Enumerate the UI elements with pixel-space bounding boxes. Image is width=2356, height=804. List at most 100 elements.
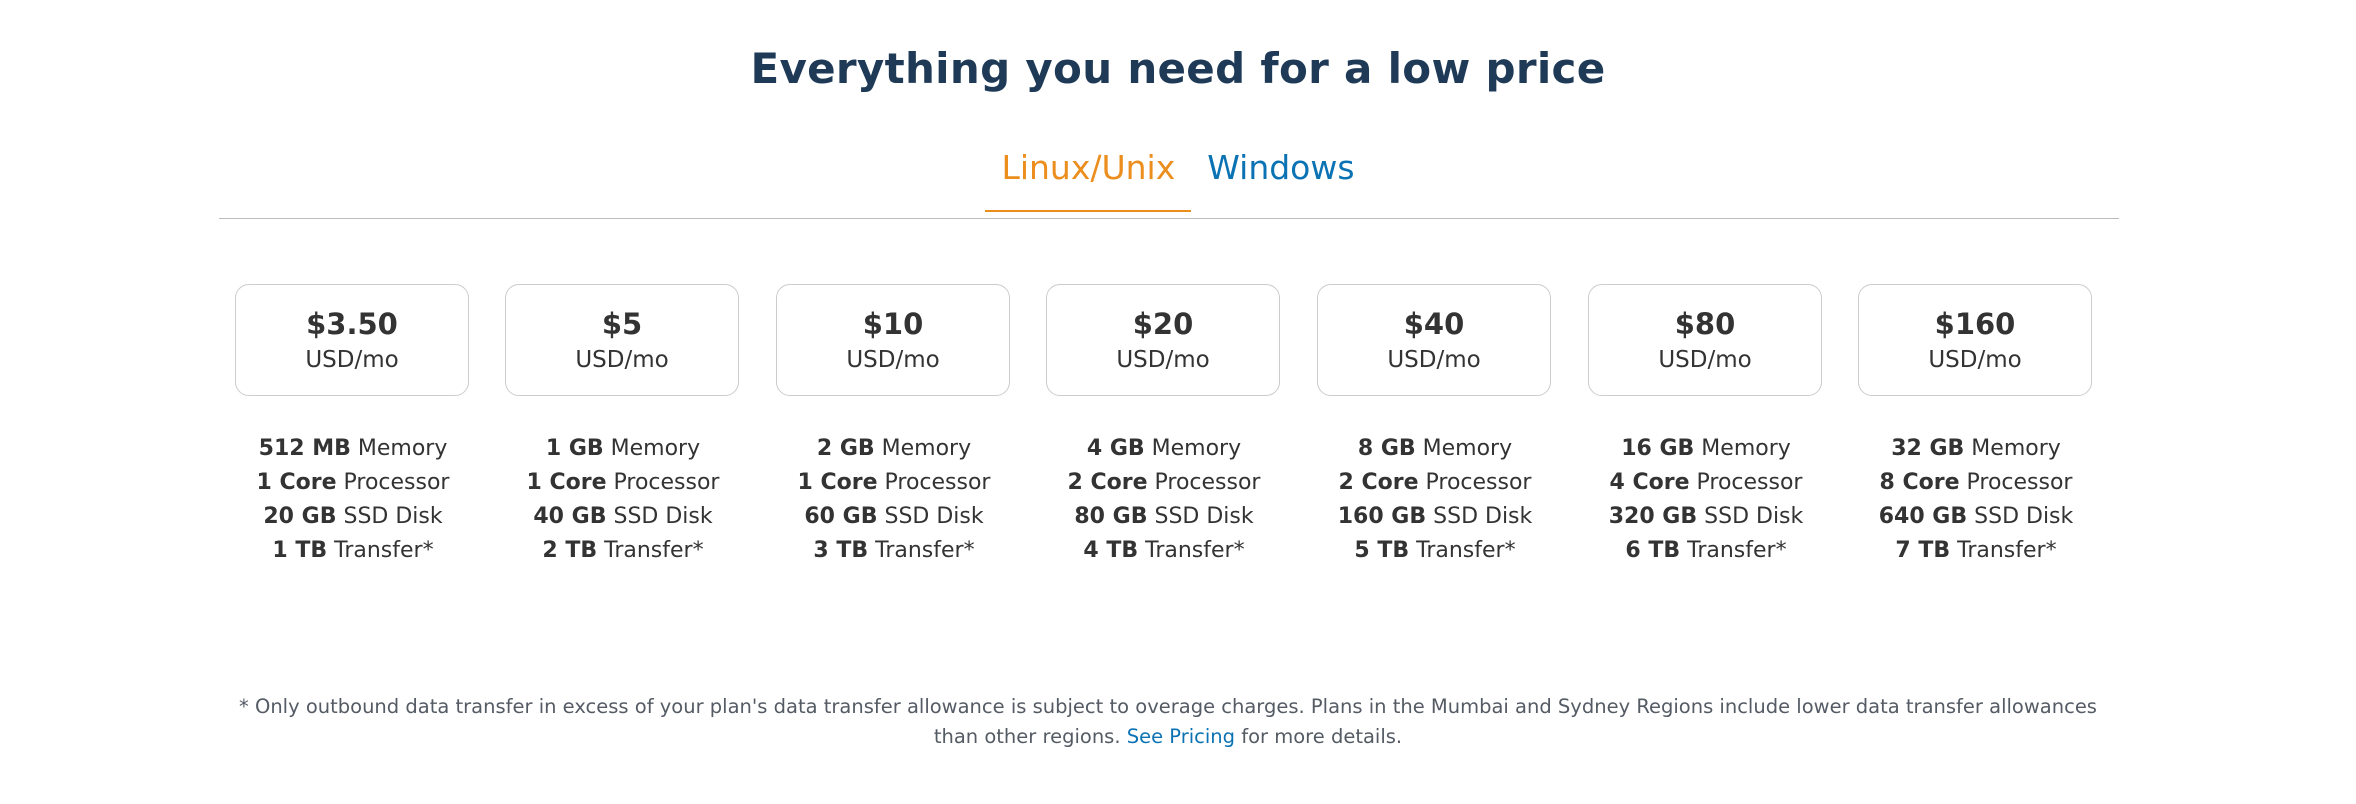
spec-processor: 4 Core Processor (1588, 466, 1824, 500)
spec-processor: 1 Core Processor (776, 466, 1012, 500)
price-box[interactable]: $40 USD/mo (1317, 284, 1551, 396)
spec-processor: 1 Core Processor (235, 466, 471, 500)
footnote: * Only outbound data transfer in excess … (228, 692, 2108, 752)
spec-processor-value: 4 Core (1609, 470, 1690, 495)
spec-memory-label: Memory (350, 436, 448, 461)
see-pricing-link[interactable]: See Pricing (1127, 725, 1235, 748)
plan-price: $3.50 (306, 307, 398, 341)
spec-disk-label: SSD Disk (1967, 504, 2074, 529)
spec-disk-label: SSD Disk (336, 504, 443, 529)
spec-transfer-value: 6 TB (1625, 538, 1681, 563)
spec-disk-label: SSD Disk (1697, 504, 1804, 529)
plan-price: $10 (862, 307, 924, 341)
plan-specs: 8 GB Memory 2 Core Processor 160 GB SSD … (1317, 432, 1553, 568)
spec-transfer-value: 4 TB (1083, 538, 1139, 563)
spec-processor-label: Processor (1959, 470, 2073, 495)
plan-card: $80 USD/mo 16 GB Memory 4 Core Processor… (1588, 284, 1824, 568)
spec-disk: 60 GB SSD Disk (776, 500, 1012, 534)
plan-unit: USD/mo (305, 346, 399, 373)
price-box[interactable]: $5 USD/mo (505, 284, 739, 396)
spec-transfer-label: Transfer* (1138, 538, 1245, 563)
spec-processor-value: 8 Core (1879, 470, 1960, 495)
spec-memory-value: 2 GB (816, 436, 875, 461)
plan-price: $20 (1132, 307, 1194, 341)
plan-specs: 1 GB Memory 1 Core Processor 40 GB SSD D… (505, 432, 741, 568)
spec-processor-value: 1 Core (526, 470, 607, 495)
plan-unit: USD/mo (846, 346, 940, 373)
spec-transfer-value: 2 TB (542, 538, 598, 563)
plan-price: $80 (1674, 307, 1736, 341)
spec-processor-label: Processor (606, 470, 720, 495)
plan-card: $10 USD/mo 2 GB Memory 1 Core Processor … (776, 284, 1012, 568)
spec-processor-label: Processor (1418, 470, 1532, 495)
spec-processor-label: Processor (1689, 470, 1803, 495)
spec-memory-value: 32 GB (1891, 436, 1965, 461)
spec-transfer: 6 TB Transfer* (1588, 534, 1824, 568)
spec-disk-value: 640 GB (1878, 504, 1968, 529)
spec-memory-label: Memory (603, 436, 701, 461)
spec-processor-value: 1 Core (797, 470, 878, 495)
spec-disk-value: 80 GB (1074, 504, 1148, 529)
spec-memory-value: 1 GB (545, 436, 604, 461)
spec-disk: 80 GB SSD Disk (1046, 500, 1282, 534)
spec-memory-label: Memory (1964, 436, 2061, 461)
spec-transfer-label: Transfer* (327, 538, 434, 563)
spec-processor-label: Processor (336, 470, 450, 495)
spec-transfer: 2 TB Transfer* (505, 534, 741, 568)
tab-divider (219, 218, 2119, 219)
plan-unit: USD/mo (1658, 346, 1752, 373)
spec-memory: 1 GB Memory (505, 432, 741, 466)
spec-memory: 16 GB Memory (1588, 432, 1824, 466)
os-tabs: Linux/Unix Windows (0, 148, 2356, 212)
spec-disk-label: SSD Disk (1426, 504, 1533, 529)
tab-linux-unix[interactable]: Linux/Unix (985, 148, 1192, 212)
spec-transfer: 5 TB Transfer* (1317, 534, 1553, 568)
plan-specs: 16 GB Memory 4 Core Processor 320 GB SSD… (1588, 432, 1824, 568)
spec-memory: 8 GB Memory (1317, 432, 1553, 466)
spec-disk-value: 40 GB (533, 504, 607, 529)
spec-transfer-label: Transfer* (1680, 538, 1787, 563)
page-title: Everything you need for a low price (750, 44, 1606, 93)
price-box[interactable]: $10 USD/mo (776, 284, 1010, 396)
plan-unit: USD/mo (1387, 346, 1481, 373)
price-box[interactable]: $3.50 USD/mo (235, 284, 469, 396)
spec-disk-value: 60 GB (804, 504, 878, 529)
plan-card: $160 USD/mo 32 GB Memory 8 Core Processo… (1858, 284, 2094, 568)
spec-memory-value: 4 GB (1086, 436, 1145, 461)
spec-transfer-label: Transfer* (868, 538, 975, 563)
tab-windows[interactable]: Windows (1191, 148, 1370, 212)
plan-card: $20 USD/mo 4 GB Memory 2 Core Processor … (1046, 284, 1282, 568)
spec-transfer-value: 7 TB (1895, 538, 1951, 563)
spec-memory: 512 MB Memory (235, 432, 471, 466)
plan-specs: 4 GB Memory 2 Core Processor 80 GB SSD D… (1046, 432, 1282, 568)
plan-card: $3.50 USD/mo 512 MB Memory 1 Core Proces… (235, 284, 471, 568)
spec-processor: 2 Core Processor (1046, 466, 1282, 500)
spec-memory-value: 512 MB (258, 436, 351, 461)
spec-processor-value: 2 Core (1067, 470, 1148, 495)
plan-price: $40 (1403, 307, 1465, 341)
spec-processor: 2 Core Processor (1317, 466, 1553, 500)
spec-disk-value: 20 GB (263, 504, 337, 529)
spec-disk: 320 GB SSD Disk (1588, 500, 1824, 534)
plan-card: $40 USD/mo 8 GB Memory 2 Core Processor … (1317, 284, 1553, 568)
plan-unit: USD/mo (575, 346, 669, 373)
plan-specs: 2 GB Memory 1 Core Processor 60 GB SSD D… (776, 432, 1012, 568)
spec-transfer-value: 5 TB (1354, 538, 1410, 563)
spec-processor: 1 Core Processor (505, 466, 741, 500)
spec-disk-value: 320 GB (1608, 504, 1698, 529)
spec-transfer-value: 1 TB (272, 538, 328, 563)
spec-transfer: 4 TB Transfer* (1046, 534, 1282, 568)
spec-disk-label: SSD Disk (877, 504, 984, 529)
spec-transfer-label: Transfer* (1409, 538, 1516, 563)
plan-unit: USD/mo (1928, 346, 2022, 373)
price-box[interactable]: $20 USD/mo (1046, 284, 1280, 396)
spec-memory: 32 GB Memory (1858, 432, 2094, 466)
price-box[interactable]: $160 USD/mo (1858, 284, 2092, 396)
plan-specs: 32 GB Memory 8 Core Processor 640 GB SSD… (1858, 432, 2094, 568)
spec-memory-value: 16 GB (1621, 436, 1695, 461)
plan-price: $5 (601, 307, 643, 341)
spec-disk: 20 GB SSD Disk (235, 500, 471, 534)
spec-transfer-value: 3 TB (813, 538, 869, 563)
price-box[interactable]: $80 USD/mo (1588, 284, 1822, 396)
plan-specs: 512 MB Memory 1 Core Processor 20 GB SSD… (235, 432, 471, 568)
